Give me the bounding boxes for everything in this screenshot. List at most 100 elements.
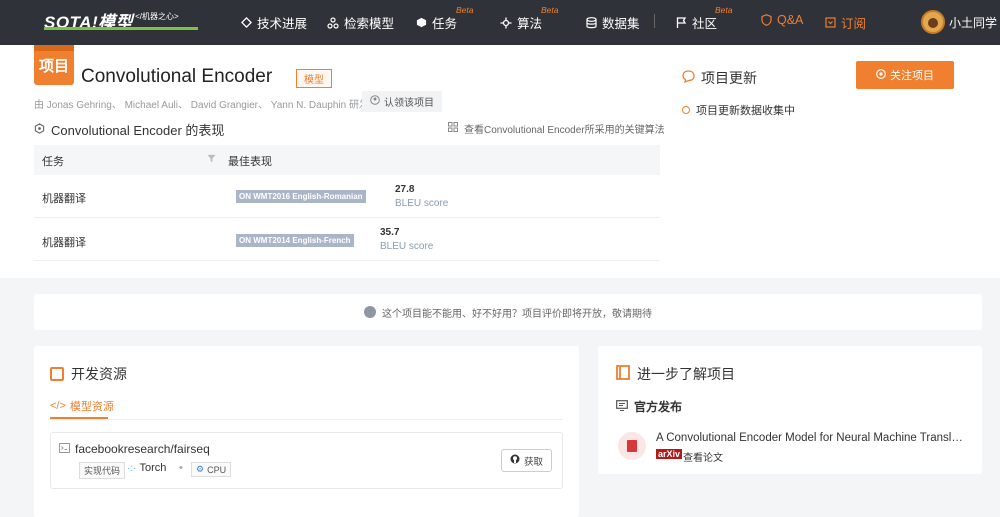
gear-icon: ⚙ <box>196 464 205 474</box>
follow-project-button[interactable]: 关注项目 <box>856 61 954 89</box>
algo-link-text: 查看Convolutional Encoder所采用的关键算法 <box>464 125 665 136</box>
qa-shield-icon <box>760 14 772 26</box>
nav-label: 社区 <box>692 17 718 31</box>
torch-icon: ·:· <box>127 462 137 474</box>
repo-item: facebookresearch/fairseq 实现代码 ·:· Torch … <box>50 432 563 489</box>
performance-table-header: 任务 最佳表现 <box>34 145 660 175</box>
nav-item-algorithm[interactable]: 算法 <box>500 13 542 32</box>
table-row: 机器翻译 ON WMT2016 English-Romanian 27.8 BL… <box>34 175 660 218</box>
dataset-badge[interactable]: ON WMT2016 English-Romanian <box>236 190 366 203</box>
algorithm-icon <box>500 17 512 29</box>
tab-model-resources[interactable]: </> 模型资源 <box>50 398 114 414</box>
nav-item-subscribe[interactable]: 订阅 <box>824 13 866 32</box>
beta-badge-task: Beta <box>456 5 474 15</box>
column-best: 最佳表现 <box>228 156 272 168</box>
grid-icon <box>448 122 458 135</box>
get-label: 获取 <box>523 456 543 468</box>
update-item-text: 项目更新数据收集中 <box>696 105 795 117</box>
nav-item-task[interactable]: 任务 <box>415 13 457 32</box>
dev-resources-title-text: 开发资源 <box>71 366 127 382</box>
get-button[interactable]: 获取 <box>501 449 552 472</box>
smile-icon <box>364 306 376 318</box>
notice-text: 这个项目能不能用、好不好用？项目评价即将开放，敬请期待 <box>382 308 652 320</box>
claim-label: 认领该项目 <box>384 98 434 109</box>
logo-tagline: </机器之心> <box>135 11 179 21</box>
paper-title-link[interactable]: A Convolutional Encoder Model for Neural… <box>656 432 964 444</box>
nav-item-tech[interactable]: 技术进展 <box>240 13 307 32</box>
official-release-label: 官方发布 <box>616 398 682 415</box>
community-flag-icon <box>675 16 687 29</box>
nav-item-search-model[interactable]: 检索模型 <box>327 13 394 32</box>
bullet-circle-icon <box>682 106 690 114</box>
score-metric: BLEU score <box>380 241 434 252</box>
filter-icon[interactable] <box>207 154 216 165</box>
repo-name-text: facebookresearch/fairseq <box>75 442 210 456</box>
tab-label: 模型资源 <box>69 401 114 413</box>
view-algorithms-link[interactable]: 查看Convolutional Encoder所采用的关键算法 <box>448 121 665 136</box>
score-metric: BLEU score <box>395 198 449 209</box>
top-nav: SOTA!模型 </机器之心> 技术进展 检索模型 任务 Beta 算法 Bet… <box>0 0 1000 45</box>
nav-label: 检索模型 <box>344 17 395 31</box>
subscribe-icon <box>824 17 836 29</box>
authors: 由 Jonas Gehring、 Michael Auli、 David Gra… <box>34 100 369 111</box>
hexagon-icon <box>34 122 45 137</box>
project-updates-title: 项目更新 <box>682 68 757 88</box>
tab-divider <box>50 419 563 420</box>
nav-label: Q&A <box>777 13 804 27</box>
repo-icon <box>59 442 70 456</box>
learn-more-title: 进一步了解项目 <box>616 364 735 384</box>
model-badge: 模型 <box>296 69 332 88</box>
updates-title-text: 项目更新 <box>701 70 757 86</box>
device-label: CPU <box>207 464 227 475</box>
chat-icon <box>682 70 695 86</box>
dataset-icon <box>585 16 597 29</box>
avatar[interactable] <box>921 10 945 34</box>
performance-title-text: Convolutional Encoder 的表现 <box>51 123 225 138</box>
nav-divider <box>654 14 655 28</box>
framework-tag: ·:· Torch <box>127 462 166 474</box>
nav-item-community[interactable]: 社区 <box>675 13 717 32</box>
nav-label: 算法 <box>517 17 543 31</box>
task-cell: 机器翻译 <box>42 193 86 205</box>
project-tag: 项目 <box>34 45 74 85</box>
nav-label: 任务 <box>432 17 458 31</box>
logo-underline <box>44 27 198 30</box>
code-window-icon <box>50 367 64 381</box>
separator-dot: • <box>179 462 183 474</box>
evaluation-notice: 这个项目能不能用、好不好用？项目评价即将开放，敬请期待 <box>34 294 982 330</box>
nav-label: 数据集 <box>602 17 640 31</box>
nav-label: 订阅 <box>841 17 867 31</box>
nav-item-qa[interactable]: Q&A <box>760 13 803 27</box>
view-paper-link[interactable]: 查看论文 <box>683 449 723 464</box>
monitor-icon <box>616 399 628 414</box>
framework-label: Torch <box>139 462 167 474</box>
nav-item-dataset[interactable]: 数据集 <box>585 13 640 32</box>
user-icon <box>370 95 380 108</box>
device-tag: ⚙ CPU <box>191 462 232 477</box>
project-title: Convolutional Encoder <box>81 66 273 87</box>
column-task: 任务 <box>42 156 64 168</box>
tag-implementation-code: 实现代码 <box>79 462 126 479</box>
book-icon <box>616 365 630 383</box>
arxiv-logo: arXiv <box>656 449 683 459</box>
official-text: 官方发布 <box>634 400 683 414</box>
task-icon <box>415 17 427 29</box>
username[interactable]: 小土同学 <box>949 14 997 31</box>
github-icon <box>510 454 520 467</box>
table-row: 机器翻译 ON WMT2014 English-French 35.7 BLEU… <box>34 218 660 261</box>
beta-badge-algorithm: Beta <box>541 5 559 15</box>
nav-label: 技术进展 <box>257 17 308 31</box>
dev-resources-title: 开发资源 <box>50 364 127 384</box>
task-cell: 机器翻译 <box>42 237 86 249</box>
dataset-badge[interactable]: ON WMT2014 English-French <box>236 234 354 247</box>
learn-more-title-text: 进一步了解项目 <box>637 366 735 382</box>
tech-icon <box>240 17 252 29</box>
score-value: 35.7 <box>380 227 400 238</box>
repo-name[interactable]: facebookresearch/fairseq <box>59 442 210 456</box>
claim-project-button[interactable]: 认领该项目 <box>362 91 442 112</box>
update-item: 项目更新数据收集中 <box>682 102 795 118</box>
follow-icon <box>876 68 886 82</box>
follow-label: 关注项目 <box>890 70 934 82</box>
learn-more-card: 进一步了解项目 官方发布 A Convolutional Encoder Mod… <box>598 346 982 474</box>
score-value: 27.8 <box>395 184 415 195</box>
